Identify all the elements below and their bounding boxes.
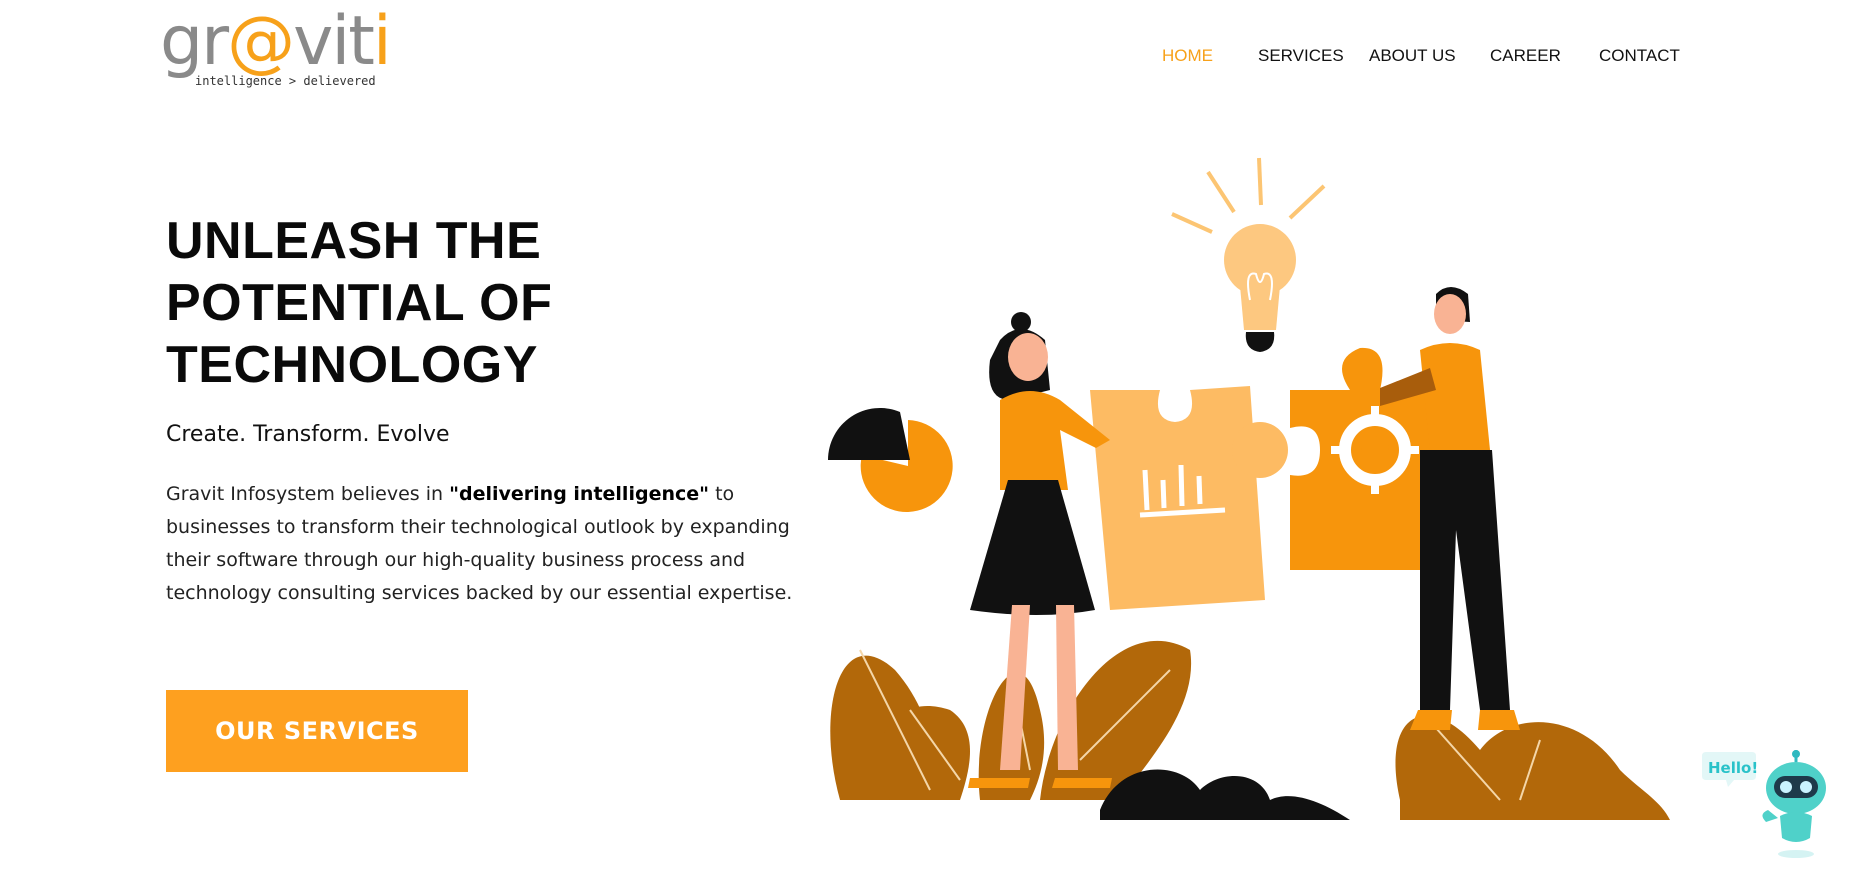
robot-assistant-icon bbox=[1762, 750, 1826, 858]
nav-home[interactable]: HOME bbox=[1162, 46, 1213, 66]
logo-text-i: i bbox=[372, 2, 392, 81]
hero-title: UNLEASH THE POTENTIAL OF TECHNOLOGY bbox=[166, 210, 726, 396]
chatbot-widget[interactable]: Hello! bbox=[1700, 740, 1840, 860]
logo-wordmark: gr@viti bbox=[160, 8, 392, 76]
gravit-logo[interactable]: gr@viti intelligence > delievered bbox=[160, 8, 392, 94]
site-header: gr@viti intelligence > delievered HOME S… bbox=[0, 0, 1871, 110]
hero-description: Gravit Infosystem believes in "deliverin… bbox=[166, 478, 806, 610]
logo-text-prefix: gr bbox=[160, 2, 229, 81]
hero-subtitle: Create. Transform. Evolve bbox=[166, 422, 450, 447]
hero-description-start: Gravit Infosystem believes in bbox=[166, 483, 450, 505]
hero-title-line-2: POTENTIAL OF bbox=[166, 274, 553, 332]
lightbulb-icon bbox=[1171, 157, 1326, 352]
logo-text-suffix: vit bbox=[293, 2, 375, 81]
our-services-button[interactable]: OUR SERVICES bbox=[166, 690, 468, 772]
puzzle-piece-chart bbox=[1090, 386, 1288, 610]
logo-text-at: @ bbox=[227, 2, 295, 81]
teamwork-puzzle-illustration bbox=[828, 157, 1670, 820]
hero-description-bold: "delivering intelligence" bbox=[449, 483, 710, 505]
nav-career[interactable]: CAREER bbox=[1490, 46, 1561, 66]
nav-services[interactable]: SERVICES bbox=[1258, 46, 1344, 66]
foliage-decoration bbox=[830, 640, 1670, 820]
pie-chart-icon bbox=[828, 407, 953, 512]
logo-tagline: intelligence > delievered bbox=[195, 74, 376, 88]
hero-title-line-3: TECHNOLOGY bbox=[166, 336, 538, 394]
chatbot-hello-text: Hello! bbox=[1708, 759, 1759, 777]
nav-about-us[interactable]: ABOUT US bbox=[1369, 46, 1456, 66]
hero-title-line-1: UNLEASH THE bbox=[166, 212, 542, 270]
nav-contact[interactable]: CONTACT bbox=[1599, 46, 1680, 66]
